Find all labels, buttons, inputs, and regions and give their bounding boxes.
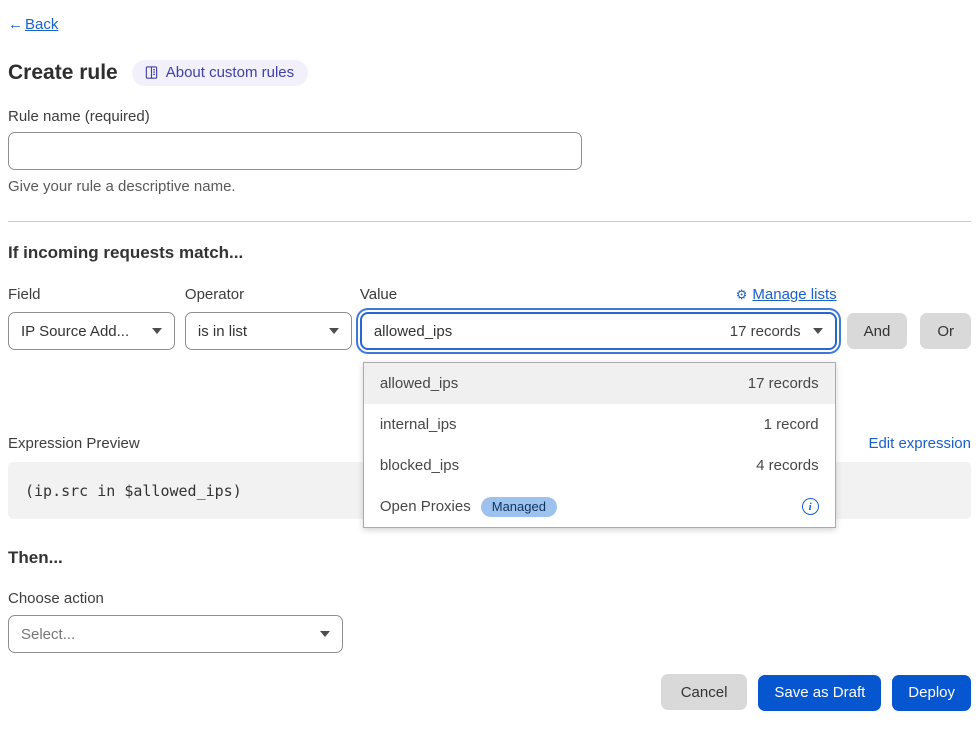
footer-actions: Cancel Save as Draft Deploy (8, 674, 971, 711)
rule-name-label: Rule name (required) (8, 108, 971, 125)
page-title: Create rule (8, 61, 118, 85)
dropdown-item-internal-ips[interactable]: internal_ips 1 record (364, 404, 835, 445)
value-select-records: 17 records (730, 323, 801, 340)
chevron-down-icon (329, 328, 339, 334)
list-name: blocked_ips (380, 457, 459, 474)
section-divider (8, 221, 971, 222)
operator-label: Operator (185, 286, 352, 303)
managed-badge: Managed (481, 497, 557, 517)
match-builder-row: Field IP Source Add... Operator is in li… (8, 286, 971, 350)
dropdown-item-blocked-ips[interactable]: blocked_ips 4 records (364, 445, 835, 486)
about-custom-rules-badge[interactable]: About custom rules (132, 60, 308, 86)
dropdown-item-allowed-ips[interactable]: allowed_ips 17 records (364, 363, 835, 404)
list-record-count: 17 records (748, 375, 819, 392)
field-column: Field IP Source Add... (8, 286, 175, 350)
value-select[interactable]: allowed_ips 17 records (360, 312, 837, 350)
value-column: Value ⚙Manage lists allowed_ips 17 recor… (360, 286, 837, 350)
title-row: Create rule About custom rules (8, 60, 971, 86)
and-button[interactable]: And (847, 313, 908, 349)
edit-expression-link[interactable]: Edit expression (868, 435, 971, 452)
operator-column: Operator is in list (185, 286, 352, 350)
expression-code: (ip.src in $allowed_ips) (25, 482, 242, 500)
value-dropdown-menu: allowed_ips 17 records internal_ips 1 re… (363, 362, 836, 528)
value-select-value: allowed_ips (374, 323, 452, 340)
manage-lists-label: Manage lists (752, 286, 836, 303)
rule-name-helper: Give your rule a descriptive name. (8, 178, 971, 195)
list-record-count: 1 record (764, 416, 819, 433)
then-heading: Then... (8, 548, 971, 568)
save-as-draft-button[interactable]: Save as Draft (758, 675, 881, 711)
list-name: allowed_ips (380, 375, 458, 392)
back-arrow-icon: ← (8, 16, 23, 33)
list-name: internal_ips (380, 416, 457, 433)
value-header: Value ⚙Manage lists (360, 286, 837, 303)
gear-icon: ⚙ (736, 287, 748, 303)
field-select[interactable]: IP Source Add... (8, 312, 175, 350)
rule-name-input[interactable] (8, 132, 582, 170)
about-badge-label: About custom rules (166, 64, 294, 81)
operator-select[interactable]: is in list (185, 312, 352, 350)
back-label: Back (25, 16, 58, 33)
list-record-count: 4 records (756, 457, 819, 474)
manage-lists-link[interactable]: ⚙Manage lists (736, 286, 837, 303)
chevron-down-icon (152, 328, 162, 334)
book-icon (144, 65, 159, 80)
dropdown-item-open-proxies[interactable]: Open Proxies Managed i (364, 486, 835, 527)
field-label: Field (8, 286, 175, 303)
create-rule-page: ←Back Create rule About custom rules Rul… (0, 0, 979, 711)
chevron-down-icon (813, 328, 823, 334)
action-select-placeholder: Select... (21, 626, 75, 643)
back-row: ←Back (8, 16, 971, 33)
chevron-down-icon (320, 631, 330, 637)
info-icon[interactable]: i (802, 498, 819, 515)
deploy-button[interactable]: Deploy (892, 675, 971, 711)
cancel-button[interactable]: Cancel (661, 674, 748, 710)
operator-select-value: is in list (198, 323, 247, 340)
expression-preview-label: Expression Preview (8, 435, 140, 452)
field-select-value: IP Source Add... (21, 323, 129, 340)
back-link[interactable]: ←Back (8, 16, 58, 33)
match-heading: If incoming requests match... (8, 243, 971, 263)
value-label: Value (360, 286, 397, 303)
or-button[interactable]: Or (920, 313, 971, 349)
choose-action-label: Choose action (8, 590, 971, 607)
list-name: Open Proxies (380, 498, 471, 515)
action-select[interactable]: Select... (8, 615, 343, 653)
